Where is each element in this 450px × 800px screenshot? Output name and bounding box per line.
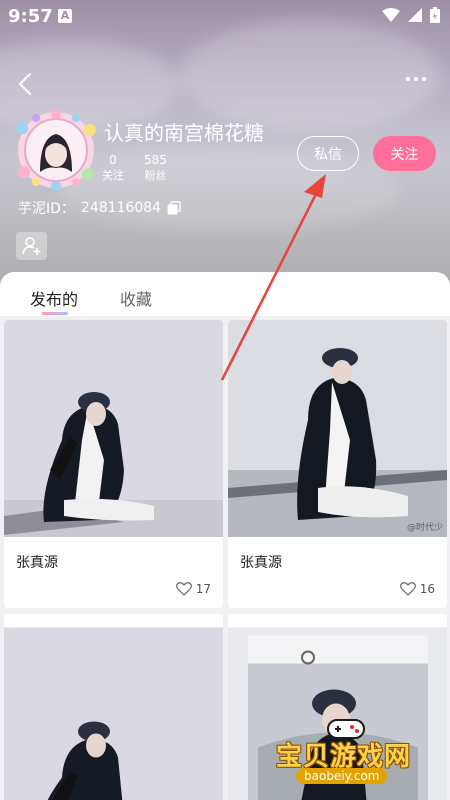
post-photo (4, 320, 223, 537)
more-icon-dot (414, 77, 418, 81)
site-watermark-logo: 宝贝游戏网 baobeiy.com (272, 716, 422, 786)
add-friend-button[interactable] (16, 232, 47, 260)
heart-icon (399, 582, 416, 596)
site-watermark-url: baobeiy.com (296, 768, 388, 784)
back-button[interactable] (14, 70, 38, 98)
status-bar: 9:57 A (0, 0, 450, 34)
post-like-count: 16 (419, 582, 435, 596)
more-button[interactable] (406, 74, 428, 84)
add-friend-icon (21, 237, 40, 255)
following-count: 0 (109, 153, 117, 167)
tab-bar: 发布的 收藏 (0, 272, 450, 316)
back-icon (18, 72, 32, 96)
wifi-icon (382, 8, 400, 22)
status-time: 9:57 (8, 6, 53, 27)
following-label: 关注 (102, 169, 124, 182)
photo-watermark: @时代少 (406, 523, 443, 533)
more-icon-dot (422, 77, 426, 81)
post-photo (228, 320, 447, 537)
following-stat[interactable]: 0 关注 (102, 152, 124, 184)
private-message-button[interactable]: 私信 (297, 136, 359, 171)
fans-label: 粉丝 (144, 169, 167, 182)
post-photo (4, 627, 223, 800)
post-card[interactable] (4, 614, 223, 800)
fans-count: 585 (144, 153, 167, 167)
tab-active-indicator (42, 312, 68, 315)
profile-stats: 0 关注 585 粉丝 (102, 152, 167, 184)
profile-nickname: 认真的南宫棉花糖 (104, 121, 264, 145)
user-id-row: 芋泥ID： 248116084 (18, 198, 181, 218)
battery-icon (430, 7, 440, 23)
tab-collected[interactable]: 收藏 (120, 286, 152, 310)
status-notification-badge: A (58, 9, 72, 23)
signal-icon (408, 8, 422, 22)
post-card[interactable]: @时代少 张真源 16 (228, 320, 447, 608)
fans-stat[interactable]: 585 粉丝 (144, 152, 167, 184)
post-like-count: 17 (195, 582, 211, 596)
copy-icon[interactable] (167, 201, 181, 215)
follow-button[interactable]: 关注 (373, 136, 436, 171)
heart-icon (175, 582, 192, 596)
post-likes[interactable]: 16 (399, 582, 435, 596)
post-title: 张真源 (240, 555, 282, 571)
post-card[interactable]: 张真源 17 (4, 320, 223, 608)
status-icons (382, 7, 440, 23)
tab-posted[interactable]: 发布的 (30, 286, 78, 310)
post-likes[interactable]: 17 (175, 582, 211, 596)
user-id-label: 芋泥ID： (18, 201, 75, 217)
avatar[interactable] (12, 108, 100, 192)
post-title: 张真源 (16, 555, 58, 571)
avatar-image (16, 109, 96, 191)
more-icon-dot (406, 77, 410, 81)
user-id-value: 248116084 (80, 200, 162, 216)
